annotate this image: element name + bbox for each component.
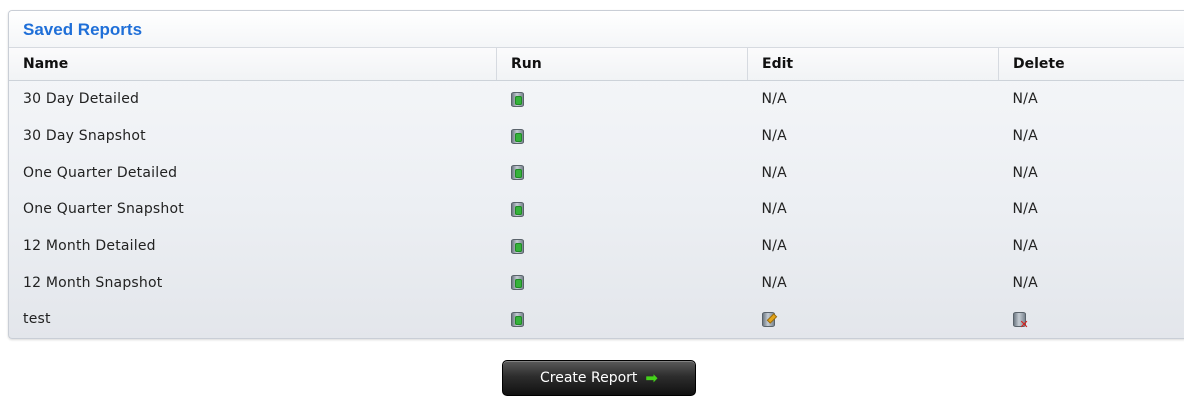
run-report-icon[interactable] xyxy=(510,128,525,145)
table-row: 12 Month Snapshot N/A N/A xyxy=(9,264,1184,301)
edit-cell: N/A xyxy=(761,238,787,255)
column-header-run[interactable]: Run xyxy=(496,48,748,81)
report-name: 30 Day Snapshot xyxy=(23,128,146,145)
saved-reports-panel: Saved Reports Name Run Edit Delete 30 Da… xyxy=(8,10,1184,339)
table-row: 30 Day Detailed N/A N/A xyxy=(9,81,1184,118)
table-row: 30 Day Snapshot N/A N/A xyxy=(9,118,1184,155)
column-header-edit[interactable]: Edit xyxy=(747,48,999,81)
report-name: One Quarter Detailed xyxy=(23,164,178,181)
run-report-icon[interactable] xyxy=(510,311,525,328)
column-header-name[interactable]: Name xyxy=(9,48,497,81)
edit-cell: N/A xyxy=(761,128,787,145)
delete-report-icon[interactable]: ✕ xyxy=(1012,311,1029,330)
table-row: 12 Month Detailed N/A N/A xyxy=(9,228,1184,265)
delete-cell: N/A xyxy=(1012,274,1038,291)
edit-cell: N/A xyxy=(761,274,787,291)
run-report-icon[interactable] xyxy=(510,201,525,218)
delete-cell: N/A xyxy=(1012,238,1038,255)
delete-cell: N/A xyxy=(1012,128,1038,145)
delete-cell: N/A xyxy=(1012,164,1038,181)
report-name: 12 Month Snapshot xyxy=(23,274,163,291)
edit-report-icon[interactable] xyxy=(761,311,776,328)
run-report-icon[interactable] xyxy=(510,238,525,255)
edit-cell: N/A xyxy=(761,164,787,181)
report-name: One Quarter Snapshot xyxy=(23,201,184,218)
create-report-label: Create Report xyxy=(540,370,638,386)
column-header-delete[interactable]: Delete xyxy=(998,48,1184,81)
saved-reports-table: Name Run Edit Delete 30 Day Detailed N/A… xyxy=(9,48,1184,338)
arrow-right-icon: ➡ xyxy=(645,369,658,387)
run-report-icon[interactable] xyxy=(510,91,525,108)
report-name: 12 Month Detailed xyxy=(23,238,156,255)
create-report-button[interactable]: Create Report ➡ xyxy=(502,360,696,396)
delete-cell: N/A xyxy=(1012,201,1038,218)
table-row: test ✕ xyxy=(9,301,1184,338)
delete-cell: N/A xyxy=(1012,91,1038,108)
report-name: 30 Day Detailed xyxy=(23,91,140,108)
run-report-icon[interactable] xyxy=(510,274,525,291)
edit-cell: N/A xyxy=(761,201,787,218)
run-report-icon[interactable] xyxy=(510,164,525,181)
report-name: test xyxy=(23,311,51,328)
table-header-row: Name Run Edit Delete xyxy=(9,48,1184,81)
table-row: One Quarter Snapshot N/A N/A xyxy=(9,191,1184,228)
edit-cell: N/A xyxy=(761,91,787,108)
table-row: One Quarter Detailed N/A N/A xyxy=(9,154,1184,191)
panel-title: Saved Reports xyxy=(9,11,1184,48)
